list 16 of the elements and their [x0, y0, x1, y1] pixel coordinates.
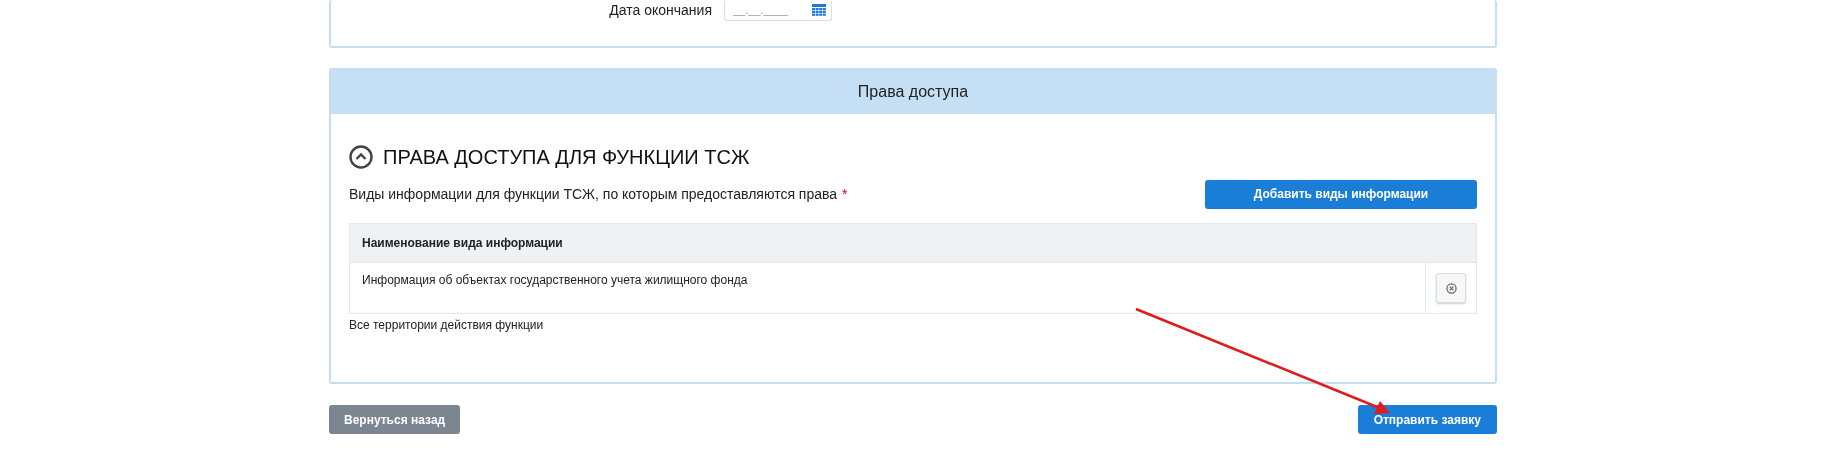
- section-title: ПРАВА ДОСТУПА ДЛЯ ФУНКЦИИ ТСЖ: [383, 145, 750, 169]
- submit-button[interactable]: Отправить заявку: [1357, 405, 1497, 434]
- note-text: Все территории действия функции: [349, 318, 545, 332]
- delete-button[interactable]: [1436, 273, 1466, 303]
- required-mark: *: [842, 186, 848, 202]
- date-field[interactable]: __.__.____: [724, 0, 832, 21]
- add-button[interactable]: Добавить виды информации: [1205, 179, 1477, 209]
- table-cell-text: Информация об объектах государственного учета жилищного фонда: [361, 272, 749, 289]
- field-label: Виды информации для функции ТСЖ, по которым предоставляются права: [349, 186, 838, 202]
- card-header: Права доступа: [331, 70, 1495, 114]
- calendar-icon[interactable]: [812, 4, 826, 16]
- delete-icon: [1445, 282, 1457, 294]
- field-label: Дата окончания: [608, 2, 712, 18]
- column-header: Наименование вида информации: [350, 224, 1476, 263]
- collapse-icon[interactable]: [349, 145, 373, 169]
- back-button[interactable]: Вернуться назад: [329, 405, 461, 434]
